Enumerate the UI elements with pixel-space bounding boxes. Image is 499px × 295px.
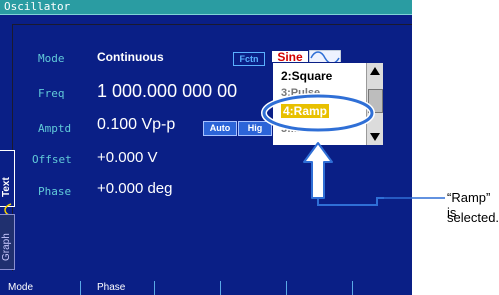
scrollbar-thumb[interactable] — [368, 89, 383, 113]
view-tabs: Text Graph — [0, 150, 15, 270]
dropdown-option-square[interactable]: 2:Square — [281, 69, 332, 83]
triangle-down-icon[interactable] — [369, 131, 381, 143]
amptd-label: Amptd — [38, 122, 72, 135]
freq-label: Freq — [38, 87, 65, 100]
tab-text-label: Text — [1, 177, 12, 197]
dropdown-option-pulse[interactable]: 3:Pulse — [281, 87, 320, 99]
dropdown-scrollbar[interactable] — [366, 63, 383, 145]
mode-label: Mode — [38, 52, 65, 65]
mode-value[interactable]: Continuous — [97, 50, 164, 64]
offset-value[interactable]: +0.000 V — [97, 149, 157, 166]
phase-value[interactable]: +0.000 deg — [97, 180, 173, 197]
softkey-2-label: Phase — [97, 282, 126, 293]
fctn-badge: Fctn — [233, 52, 265, 66]
phase-label: Phase — [38, 185, 72, 198]
dropdown-option-ramp[interactable]: 4:Ramp — [281, 104, 330, 118]
softkey-6[interactable] — [352, 281, 412, 295]
softkey-bar: Mode Phase — [0, 281, 412, 295]
oscillator-screen: Oscillator Text Graph Mode Freq Amptd Of… — [0, 0, 412, 295]
auto-badge[interactable]: Auto — [203, 121, 237, 136]
softkey-1[interactable]: Mode — [0, 281, 78, 295]
softkey-4[interactable] — [220, 281, 285, 295]
softkey-1-label: Mode — [8, 282, 34, 293]
amptd-value[interactable]: 0.100 Vp-p — [97, 116, 175, 134]
softkey-5[interactable] — [286, 281, 351, 295]
callout-text-line2: selected. — [447, 210, 499, 225]
function-dropdown[interactable]: 2:Square 3:Pulse 4:Ramp 5:.... — [272, 62, 384, 146]
title-bar: Oscillator — [0, 0, 412, 15]
freq-value[interactable]: 1 000.000 000 00 — [97, 81, 237, 102]
triangle-up-icon[interactable] — [369, 65, 381, 77]
high-badge[interactable]: Hig — [238, 121, 272, 136]
tab-text[interactable]: Text — [0, 150, 15, 207]
tab-graph-label: Graph — [1, 233, 12, 261]
tab-graph[interactable]: Graph — [0, 214, 15, 270]
softkey-2[interactable]: Phase — [80, 281, 153, 295]
offset-label: Offset — [32, 153, 72, 166]
softkey-3[interactable] — [154, 281, 219, 295]
dropdown-option-next[interactable]: 5:.... — [281, 123, 303, 135]
window-title: Oscillator — [4, 0, 71, 13]
